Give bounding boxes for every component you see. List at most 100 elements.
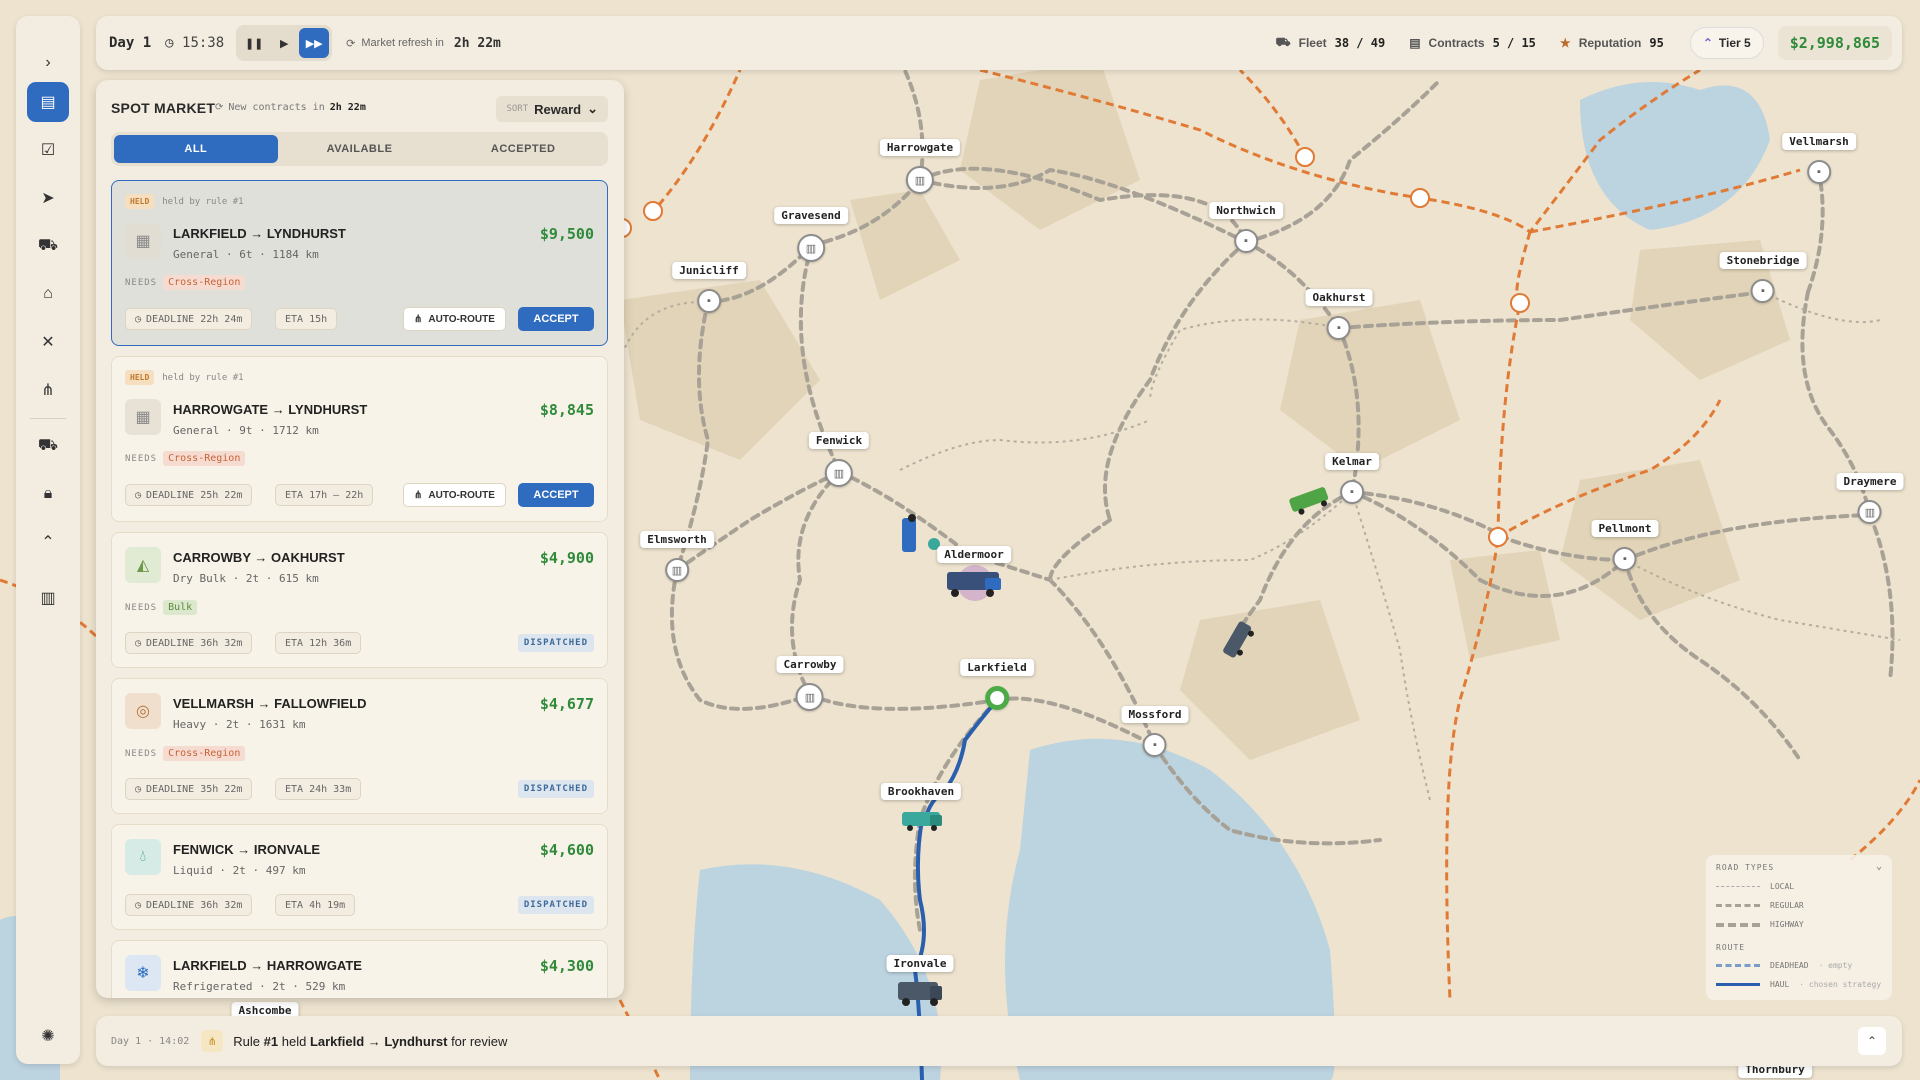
held-badge: HELD <box>125 370 155 385</box>
lock-nav-icon[interactable]: 🔒︎ <box>27 474 69 514</box>
contract-reward: $4,300 <box>539 957 594 975</box>
contract-title: HARROWGATE → LYNDHURST <box>173 402 368 417</box>
city-ironvale[interactable]: Ironvale <box>886 954 954 972</box>
fast-forward-button[interactable]: ▶▶ <box>299 28 330 58</box>
city-mossford[interactable]: Mossford ▪ <box>1121 705 1189 757</box>
contract-card[interactable]: ◭ CARROWBY → OAKHURST Dry Bulk · 2t · 61… <box>111 532 608 668</box>
market-refresh: ⟳ Market refresh in 2h 22m <box>346 35 501 51</box>
city-elmsworth[interactable]: Elmsworth ▥ <box>640 530 714 582</box>
needs-tag: Cross-Region <box>163 275 246 290</box>
city-aldermoor[interactable]: Aldermoor <box>937 545 1011 563</box>
checklist-nav-icon[interactable]: ☑ <box>27 130 69 170</box>
rule-network-icon: ⋔ <box>201 1030 224 1052</box>
day-label: Day 1 <box>109 35 152 51</box>
network-nav-icon[interactable]: ⋔ <box>27 370 69 410</box>
upgrades-nav-icon[interactable]: ⌃ <box>27 522 69 562</box>
city-stonebridge[interactable]: Stonebridge ▪ <box>1719 251 1807 303</box>
speed-controls: ❚❚ ▶ ▶▶ <box>236 25 333 61</box>
contract-card[interactable]: HELD held by rule #1 ▦ LARKFIELD → LYNDHU… <box>111 180 608 346</box>
city-junicliff[interactable]: Junicliff ▪ <box>672 261 746 313</box>
panel-title: SPOT MARKET <box>111 100 216 116</box>
contract-card[interactable]: HELD held by rule #1 ▦ HARROWGATE → LYNDH… <box>111 356 608 522</box>
panel-subtitle: ⟳ New contracts in 2h 22m <box>215 102 366 113</box>
heavy-coil-icon: ◎ <box>125 693 161 729</box>
contracts-nav-icon[interactable]: ▤ <box>27 82 69 122</box>
factory-icon: ▥ <box>796 234 825 262</box>
city-brookhaven[interactable]: Brookhaven <box>880 782 962 800</box>
contract-card[interactable]: 💧︎ FENWICK → IRONVALE Liquid · 2t · 497 … <box>111 824 608 930</box>
crate-icon: ▦ <box>125 223 161 259</box>
collapse-chevron-icon[interactable]: ⌄ <box>1876 861 1882 872</box>
buy-truck-nav-icon[interactable]: ⛟ <box>27 426 69 466</box>
deadline-pill: ◷ DEADLINE 25h 22m <box>125 484 253 506</box>
clock-icon: ◷ <box>135 313 142 325</box>
contract-reward: $4,900 <box>539 549 594 567</box>
eta-pill: ETA 24h 33m <box>275 778 362 800</box>
factory-icon: ▥ <box>664 558 689 582</box>
depot-icon: ▪ <box>1142 733 1167 757</box>
balance: $2,998,865 <box>1777 26 1892 60</box>
expand-chevron-icon[interactable]: › <box>27 43 69 83</box>
status-badge: DISPATCHED <box>517 780 594 798</box>
expand-chevron-up-icon[interactable]: ⌃ <box>1858 1027 1886 1055</box>
city-fenwick[interactable]: Fenwick ▥ <box>808 431 870 487</box>
depot-icon: ▪ <box>1806 160 1831 184</box>
city-pellmont[interactable]: Pellmont ▪ <box>1591 519 1659 571</box>
bulk-pile-icon: ◭ <box>125 547 161 583</box>
fleet-nav-icon[interactable]: ⛟ <box>27 226 69 266</box>
factory-icon: ▥ <box>1857 500 1882 524</box>
needs-tag: Cross-Region <box>163 746 246 761</box>
auto-route-button[interactable]: ⋔ AUTO-ROUTE <box>403 483 506 507</box>
contract-details: Refrigerated · 2t · 529 km <box>173 980 346 993</box>
contract-reward: $9,500 <box>539 225 594 243</box>
settings-gear-icon[interactable]: ✺ <box>27 1016 69 1056</box>
reputation-stat[interactable]: ★ Reputation 95 <box>1560 36 1664 50</box>
factory-icon: ▥ <box>795 683 824 711</box>
city-kelmar[interactable]: Kelmar ▪ <box>1325 452 1379 504</box>
droplet-icon: 💧︎ <box>125 839 161 875</box>
city-vellmarsh[interactable]: Vellmarsh ▪ <box>1782 132 1856 184</box>
stats-nav-icon[interactable]: ▥ <box>27 578 69 618</box>
needs-tag: Cross-Region <box>163 451 246 466</box>
tier-badge[interactable]: ⌃ Tier 5 <box>1689 27 1764 59</box>
refresh-icon: ⟳ <box>215 102 224 113</box>
tab-all[interactable]: ALL <box>114 135 278 163</box>
contract-card[interactable]: ❄ LARKFIELD → HARROWGATE Refrigerated · … <box>111 940 608 998</box>
sort-dropdown[interactable]: SORT Reward ⌄ <box>496 96 608 122</box>
contract-card[interactable]: ◎ VELLMARSH → FALLOWFIELD Heavy · 2t · 1… <box>111 678 608 814</box>
depot-nav-icon[interactable]: ⌂ <box>27 274 69 314</box>
fleet-stat[interactable]: ⛟ Fleet 38 / 49 <box>1276 35 1386 51</box>
snowflake-icon: ❄ <box>125 955 161 991</box>
contract-details: General · 9t · 1712 km <box>173 424 319 437</box>
pause-button[interactable]: ❚❚ <box>239 28 269 58</box>
accept-button[interactable]: ACCEPT <box>518 307 594 331</box>
city-larkfield[interactable]: Larkfield <box>960 658 1034 710</box>
event-message[interactable]: Rule #1 held Larkfield → Lyndhurst for r… <box>233 1034 507 1049</box>
contract-details: General · 6t · 1184 km <box>173 248 319 261</box>
needs-tag: Bulk <box>163 600 198 615</box>
auto-route-button[interactable]: ⋔ AUTO-ROUTE <box>403 307 506 331</box>
dispatch-nav-icon[interactable]: ➤ <box>27 178 69 218</box>
city-harrowgate[interactable]: Harrowgate ▥ <box>879 138 961 194</box>
routes-nav-icon[interactable]: ✕ <box>27 322 69 362</box>
depot-icon: ▪ <box>1750 279 1775 303</box>
city-oakhurst[interactable]: Oakhurst ▪ <box>1305 288 1373 340</box>
clock-time: ◷ 15:38 <box>165 35 225 51</box>
contract-reward: $4,677 <box>539 695 594 713</box>
city-draymere[interactable]: Draymere ▥ <box>1836 472 1904 524</box>
accept-button[interactable]: ACCEPT <box>518 483 594 507</box>
city-northwich[interactable]: Northwich ▪ <box>1209 201 1283 253</box>
deadline-pill: ◷ DEADLINE 36h 32m <box>125 894 253 916</box>
eta-pill: ETA 12h 36m <box>275 632 362 654</box>
contract-details: Dry Bulk · 2t · 615 km <box>173 572 319 585</box>
city-gravesend[interactable]: Gravesend ▥ <box>774 206 848 262</box>
contract-reward: $4,600 <box>539 841 594 859</box>
play-button[interactable]: ▶ <box>269 28 299 58</box>
tab-accepted[interactable]: ACCEPTED <box>441 135 605 163</box>
tab-available[interactable]: AVAILABLE <box>278 135 442 163</box>
sidebar: › ▤ ☑ ➤ ⛟ ⌂ ✕ ⋔ ⛟ 🔒︎ ⌃ ▥ ✺ <box>16 16 80 1064</box>
status-badge: DISPATCHED <box>517 634 594 652</box>
eta-pill: ETA 4h 19m <box>275 894 356 916</box>
contracts-stat[interactable]: ▤ Contracts 5 / 15 <box>1409 36 1536 50</box>
city-carrowby[interactable]: Carrowby ▥ <box>776 655 844 711</box>
